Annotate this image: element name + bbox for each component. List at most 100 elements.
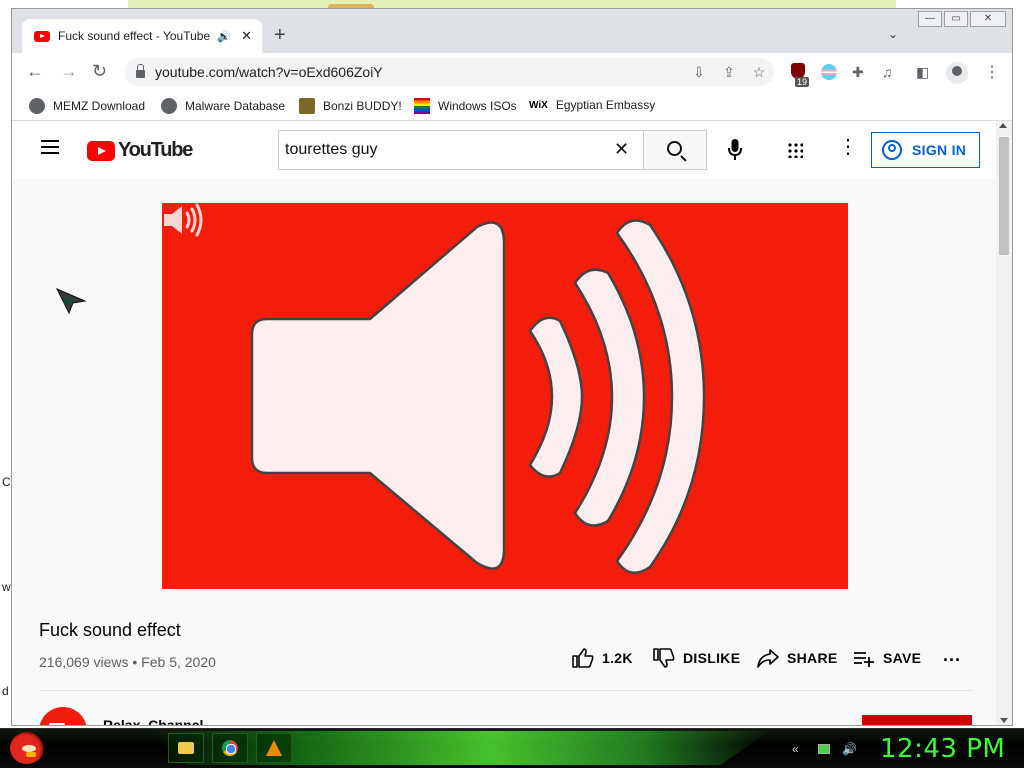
taskbar-clock[interactable]: 12:43 PM (880, 734, 1005, 764)
tab-search-button[interactable]: ⌄ (888, 27, 898, 41)
search-button[interactable] (643, 130, 707, 170)
desktop-edge-text: d (2, 684, 9, 698)
speaker-thumbnail-icon (250, 219, 706, 574)
window-close-button[interactable]: ✕ (970, 11, 1006, 27)
bookmark-windows-isos[interactable]: Windows ISOs (414, 98, 517, 114)
chrome-icon (222, 740, 238, 756)
address-bar[interactable]: youtube.com/watch?v=oExd606ZoiY ⇩ ⇪ ☆ (124, 58, 774, 86)
page-scrollbar[interactable] (996, 121, 1012, 725)
save-label: SAVE (883, 650, 922, 666)
save-button[interactable]: SAVE (853, 648, 921, 668)
side-panel-icon[interactable]: ◧ (916, 64, 929, 81)
bookmark-egyptian-embassy[interactable]: WiX Egyptian Embassy (529, 98, 655, 112)
bookmark-label: Egyptian Embassy (555, 98, 656, 112)
sign-in-label: SIGN IN (912, 142, 967, 158)
reload-button[interactable]: ↻ (92, 61, 107, 81)
subscribe-button[interactable]: SUBSCRIBE (862, 715, 972, 725)
chrome-menu-button[interactable]: ⋮ (984, 62, 1000, 82)
taskbar-chrome[interactable] (212, 733, 248, 763)
bookmark-label: Bonzi BUDDY! (323, 99, 402, 113)
clear-search-icon[interactable]: ✕ (614, 139, 629, 159)
browser-toolbar: ← → ↻ youtube.com/watch?v=oExd606ZoiY ⇩ … (12, 53, 1012, 91)
mouse-cursor-icon (55, 288, 87, 315)
video-player[interactable] (162, 203, 848, 589)
bookmark-bonzi-buddy[interactable]: Bonzi BUDDY! (299, 98, 402, 114)
volume-tray-icon[interactable]: 🔊 (842, 742, 857, 756)
volume-icon[interactable] (162, 203, 204, 237)
taskbar-vlc[interactable] (256, 733, 292, 763)
tab-close-button[interactable]: ✕ (241, 28, 252, 44)
taskbar-explorer[interactable] (168, 733, 204, 763)
bookmark-malware-database[interactable]: Malware Database (161, 98, 285, 114)
browser-tab[interactable]: Fuck sound effect - YouTube 🔊 ✕ (22, 19, 262, 53)
tray-arrow-icon[interactable]: « (792, 742, 799, 756)
user-circle-icon (882, 140, 902, 160)
rainbow-flag-icon (414, 98, 430, 114)
bookmark-memz[interactable]: MEMZ Download (29, 98, 145, 114)
like-count: 1.2K (602, 650, 633, 666)
puzzle-extensions-icon[interactable]: ✚ (852, 64, 864, 81)
channel-avatar[interactable] (39, 707, 87, 725)
speaker-icon[interactable]: 🔊 (217, 30, 231, 43)
media-control-icon[interactable]: ♫ (882, 64, 893, 80)
channel-name[interactable]: Relax_Channel (103, 717, 203, 725)
share-label: SHARE (787, 650, 838, 666)
playlist-add-icon (854, 652, 874, 667)
network-icon[interactable] (818, 744, 830, 754)
video-meta: 216,069 views • Feb 5, 2020 (39, 654, 216, 670)
ublock-badge: 19 (795, 77, 810, 87)
start-button-angry-bird-icon[interactable] (10, 732, 44, 764)
youtube-wordmark: YouTube (118, 139, 193, 161)
browser-window: Fuck sound effect - YouTube 🔊 ✕ + ⌄ — ▭ … (11, 8, 1013, 726)
apps-grid-icon[interactable] (787, 142, 803, 158)
lock-icon[interactable] (136, 64, 145, 78)
globe-icon (161, 98, 177, 114)
flag-extension-icon[interactable] (821, 64, 837, 80)
forward-button[interactable]: → (60, 61, 78, 81)
desktop-edge-text: C (2, 475, 11, 489)
scrollbar-thumb[interactable] (999, 137, 1009, 255)
share-icon[interactable]: ⇪ (714, 64, 744, 81)
youtube-logo[interactable]: YouTube (87, 139, 193, 162)
back-button[interactable]: ← (26, 61, 44, 81)
youtube-header: YouTube ✕ ⋮ SIGN IN (12, 121, 996, 178)
like-button[interactable]: 1.2K (572, 648, 633, 668)
thumbs-down-icon (653, 648, 675, 668)
more-options-icon[interactable]: ⋮ (838, 137, 858, 157)
scroll-up-arrow-icon[interactable] (999, 123, 1007, 128)
more-actions-button[interactable]: ... (943, 645, 961, 666)
scroll-down-arrow-icon[interactable] (1000, 718, 1008, 723)
bonzi-icon (299, 98, 315, 114)
search-input[interactable] (278, 130, 644, 170)
sign-in-button[interactable]: SIGN IN (871, 132, 980, 168)
maximize-button[interactable]: ▭ (944, 11, 968, 27)
hamburger-menu-icon[interactable] (41, 140, 59, 154)
thumbs-up-icon (572, 648, 594, 668)
taskbar: « 🔊 12:43 PM (0, 728, 1024, 768)
youtube-page: YouTube ✕ ⋮ SIGN IN (12, 121, 996, 725)
wix-icon: WiX (529, 99, 548, 111)
folder-icon (178, 742, 194, 754)
vlc-cone-icon (266, 740, 282, 756)
tab-strip: Fuck sound effect - YouTube 🔊 ✕ + ⌄ — ▭ … (12, 9, 1012, 53)
share-button[interactable]: SHARE (757, 648, 838, 668)
install-app-icon[interactable]: ⇩ (684, 64, 714, 81)
globe-icon (29, 98, 45, 114)
tab-title: Fuck sound effect - YouTube (58, 29, 211, 43)
bookmarks-bar: MEMZ Download Malware Database Bonzi BUD… (12, 91, 1012, 121)
address-url[interactable]: youtube.com/watch?v=oExd606ZoiY (155, 64, 684, 80)
bookmark-label: MEMZ Download (53, 99, 146, 113)
dislike-label: DISLIKE (683, 650, 741, 666)
profile-avatar[interactable] (946, 62, 968, 84)
bookmark-label: Windows ISOs (438, 99, 517, 113)
share-arrow-icon (757, 649, 779, 668)
divider (39, 690, 973, 691)
youtube-favicon-icon (34, 30, 50, 42)
minimize-button[interactable]: — (918, 11, 942, 27)
dislike-button[interactable]: DISLIKE (653, 648, 740, 668)
bookmark-star-icon[interactable]: ☆ (744, 64, 774, 81)
youtube-play-icon (87, 140, 115, 161)
search-icon (667, 141, 682, 156)
new-tab-button[interactable]: + (274, 25, 286, 45)
microphone-icon[interactable] (728, 139, 742, 161)
